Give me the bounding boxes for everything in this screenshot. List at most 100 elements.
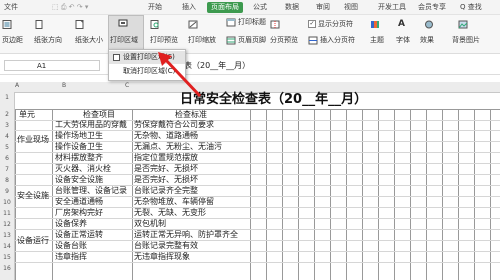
margins-button[interactable]: 页边距 [2, 35, 23, 45]
table-row: 设备安全设施 是否完好、无损坏 [15, 175, 500, 186]
table-row: 材料摆放整齐 指定位置规范摆放 [15, 153, 500, 164]
standard-cell[interactable]: 运转正常无异响、防护罩齐全 [134, 230, 238, 240]
standard-cell[interactable]: 无杂物、道路通畅 [134, 131, 198, 141]
table-row: 工大劳保用品的穿戴 劳保穿戴符合公司要求 [15, 120, 500, 131]
page-preview-button[interactable]: 分页预览 [270, 35, 298, 45]
page-preview-icon [270, 19, 282, 29]
standard-cell[interactable]: 指定位置规范摆放 [134, 153, 198, 163]
row-number[interactable]: 7 [0, 166, 14, 173]
quick-access-icons[interactable]: ⬚ ⎙ ↶ ↷ ▾ [52, 2, 88, 13]
table-row: 设备运行 设备正常运转 运转正常无异响、防护罩齐全 [15, 230, 500, 245]
background-button[interactable]: 背景图片 [452, 35, 480, 45]
row-number[interactable]: 6 [0, 155, 14, 162]
header-item[interactable]: 检查项目 [83, 110, 115, 120]
item-cell[interactable]: 操作场地卫生 [55, 131, 133, 141]
row-number[interactable]: 1 [0, 94, 14, 101]
row-number[interactable]: 5 [0, 144, 14, 151]
fonts-button[interactable]: 字体 [396, 35, 410, 45]
table-row: 作业现场 操作场地卫生 无杂物、道路通畅 [15, 131, 500, 144]
print-area-icon [118, 18, 130, 28]
table-row: 操作设备卫生 无漏点、无粉尘、无油污 [15, 142, 500, 153]
menu-insert[interactable]: 插入 [182, 2, 196, 13]
standard-cell[interactable]: 双包机制 [134, 219, 166, 229]
insert-page-break-button[interactable]: 插入分页符 [308, 35, 355, 45]
menu-view[interactable]: 视图 [344, 2, 358, 13]
row-number[interactable]: 10 [0, 199, 14, 206]
effects-button[interactable]: 效果 [420, 35, 434, 45]
row-number[interactable]: 8 [0, 177, 14, 184]
menu-data[interactable]: 数据 [285, 2, 299, 13]
show-page-breaks-checkbox[interactable]: ✓ 显示分页符 [308, 19, 353, 29]
row-number[interactable]: 13 [0, 232, 14, 239]
orientation-button[interactable]: 纸张方向 [34, 35, 62, 45]
paper-size-icon [75, 19, 87, 29]
row-number[interactable]: 9 [0, 188, 14, 195]
theme-button[interactable]: 主题 [370, 35, 384, 45]
margins-icon [2, 19, 14, 29]
standard-cell[interactable]: 无杂物堆放、车辆停留 [134, 197, 214, 207]
standard-cell[interactable]: 无漏点、无粉尘、无油污 [134, 142, 222, 152]
set-area-icon [113, 54, 120, 61]
row-number[interactable]: 3 [0, 122, 14, 129]
menu-review[interactable]: 审阅 [316, 2, 330, 13]
table-row: 设备台账 台账记录完整有效 [15, 241, 500, 252]
print-preview-icon [150, 19, 162, 29]
row-number[interactable]: 15 [0, 254, 14, 261]
ribbon: 页边距 纸张方向 纸张大小 打印区域 打印预览 打印缩放 打印标题 页眉页脚 分… [0, 15, 500, 54]
row-number[interactable]: 14 [0, 243, 14, 250]
standard-cell[interactable]: 无违章指挥现象 [134, 252, 190, 262]
row-number[interactable]: 11 [0, 210, 14, 217]
item-cell[interactable]: 设备安全设施 [55, 175, 133, 185]
item-cell[interactable]: 操作设备卫生 [55, 142, 133, 152]
menu-file[interactable]: 文件 [4, 2, 18, 13]
background-icon [458, 19, 470, 29]
menu-formulas[interactable]: 公式 [253, 2, 267, 13]
insert-page-break-label: 插入分页符 [320, 36, 355, 44]
standard-cell[interactable]: 是否完好、无损坏 [134, 164, 198, 174]
header-footer-button[interactable]: 页眉页脚 [226, 35, 266, 45]
item-cell[interactable]: 灭火器、消火栓 [55, 164, 133, 174]
menu-developer[interactable]: 开发工具 [378, 2, 406, 13]
header-unit[interactable]: 单元 [19, 110, 35, 120]
menu-bar: 文件 ⬚ ⎙ ↶ ↷ ▾ 开始 插入 页面布局 公式 数据 审阅 视图 开发工具… [0, 0, 500, 15]
row-number[interactable]: 12 [0, 221, 14, 228]
paper-size-button[interactable]: 纸张大小 [75, 35, 103, 45]
header-standard[interactable]: 检查标准 [175, 110, 207, 120]
search-box[interactable]: Q 查找 [460, 2, 482, 13]
row-headers: 1 2 3 4 5 6 7 8 9 10 11 12 13 14 15 16 [0, 92, 15, 280]
table-row: 设备保养 双包机制 [15, 219, 500, 230]
column-header-B[interactable]: B [62, 82, 66, 89]
standard-cell[interactable]: 是否完好、无损坏 [134, 175, 198, 185]
name-box[interactable]: A1 [4, 60, 100, 71]
item-cell[interactable]: 台账管理、设备记录 [55, 186, 133, 196]
column-header-C[interactable]: C [125, 82, 129, 89]
item-cell[interactable]: 设备保养 [55, 219, 133, 229]
print-area-label: 打印区域 [110, 36, 138, 44]
row-number[interactable]: 4 [0, 133, 14, 140]
row-number[interactable]: 16 [0, 265, 14, 272]
standard-cell[interactable]: 无裂、无缺、无变形 [134, 208, 206, 218]
standard-cell[interactable]: 台账记录齐全完整 [134, 186, 198, 196]
item-cell[interactable]: 厂房架构完好 [55, 208, 133, 218]
item-cell[interactable]: 材料摆放整齐 [55, 153, 133, 163]
checkbox-checked-icon: ✓ [308, 20, 316, 28]
table-row: 安全设施 台账管理、设备记录 台账记录齐全完整 [15, 186, 500, 200]
print-scale-icon [188, 19, 200, 29]
row-number[interactable]: 2 [0, 111, 14, 118]
item-cell[interactable]: 设备台账 [55, 241, 133, 251]
item-cell[interactable]: 设备正常运转 [55, 230, 133, 240]
item-cell[interactable]: 工大劳保用品的穿戴 [55, 120, 133, 130]
formula-bar: A1 表（20__年__月） [0, 58, 500, 75]
standard-cell[interactable]: 劳保穿戴符合公司要求 [134, 120, 214, 130]
standard-cell[interactable]: 台账记录完整有效 [134, 241, 198, 251]
menu-page-layout[interactable]: 页面布局 [207, 2, 243, 13]
effects-icon [424, 19, 436, 29]
menu-member[interactable]: 会员专享 [418, 2, 446, 13]
item-cell[interactable]: 违章指挥 [55, 252, 133, 262]
item-cell[interactable]: 安全通道通畅 [55, 197, 133, 207]
print-titles-button[interactable]: 打印标题 [226, 17, 266, 27]
menu-home[interactable]: 开始 [148, 2, 162, 13]
red-arrow-annotation [158, 52, 202, 98]
table-row: 安全通道通畅 无杂物堆放、车辆停留 [15, 197, 500, 208]
column-header-A[interactable]: A [15, 82, 19, 89]
